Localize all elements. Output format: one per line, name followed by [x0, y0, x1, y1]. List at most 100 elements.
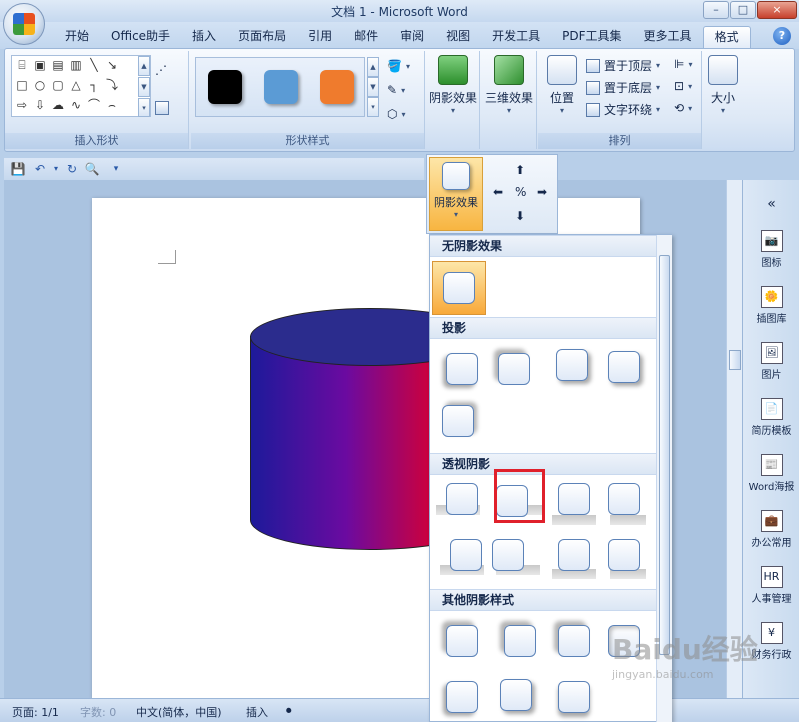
- shape-style-swatch-orange[interactable]: [320, 70, 354, 104]
- shape-arrow-line-icon[interactable]: ↘: [104, 58, 120, 72]
- tab-7[interactable]: 视图: [435, 26, 481, 48]
- change-shape-icon[interactable]: ⬡ ▾: [387, 107, 406, 121]
- perspective-shadow-7[interactable]: [558, 539, 590, 571]
- shape-rectangle-icon[interactable]: □: [14, 78, 30, 92]
- drop-shadow-1[interactable]: [446, 353, 478, 385]
- shape-down-arrow-icon[interactable]: ⇩: [32, 98, 48, 112]
- language-indicator[interactable]: 中文(简体，中国): [136, 704, 222, 720]
- shape-line-icon[interactable]: ╲: [86, 58, 102, 72]
- tab-1[interactable]: Office助手: [100, 26, 181, 48]
- other-shadow-3[interactable]: [558, 625, 590, 657]
- insert-mode[interactable]: 插入: [246, 704, 268, 720]
- shape-elbow-arrow-icon[interactable]: ⤵: [104, 78, 120, 92]
- customize-qat-icon[interactable]: ▾: [108, 161, 124, 177]
- style-scroll-down-button[interactable]: ▼: [367, 77, 379, 97]
- tab-6[interactable]: 审阅: [389, 26, 435, 48]
- shape-style-swatch-black[interactable]: [208, 70, 242, 104]
- vertical-scrollbar[interactable]: [726, 180, 742, 698]
- close-button[interactable]: ×: [757, 1, 797, 19]
- drop-shadow-4[interactable]: [608, 351, 640, 383]
- shape-cube-icon[interactable]: ▣: [32, 58, 48, 72]
- shape-callout-icon[interactable]: ☁: [50, 98, 66, 112]
- shape-cylinder-icon[interactable]: ⌸: [14, 58, 30, 72]
- shape-elbow-icon[interactable]: ┐: [86, 78, 102, 92]
- nudge-shadow-left-icon[interactable]: ⬅: [493, 185, 503, 199]
- maximize-button[interactable]: □: [730, 1, 756, 19]
- 3d-effects-button[interactable]: 三维效果 ▾: [481, 55, 537, 115]
- line-color-icon[interactable]: ✎ ▾: [387, 83, 405, 97]
- rotate-icon[interactable]: ⟲ ▾: [674, 101, 692, 115]
- text-wrap-button[interactable]: 文字环绕 ▾: [586, 101, 660, 118]
- shapes-scroll-up-button[interactable]: ▲: [138, 56, 150, 76]
- drop-shadow-5[interactable]: [442, 405, 474, 437]
- no-shadow-option[interactable]: [432, 261, 486, 315]
- collapse-panel-icon[interactable]: «: [743, 196, 799, 212]
- shape-arc-icon[interactable]: ⌒: [86, 98, 102, 112]
- drop-shadow-2[interactable]: [498, 353, 530, 385]
- nudge-shadow-right-icon[interactable]: ➡: [537, 185, 547, 199]
- shadow-on-off-icon[interactable]: %: [515, 185, 526, 199]
- dropdown-scroll-thumb[interactable]: [659, 255, 670, 655]
- shape-vertical-textbox-icon[interactable]: ▥: [68, 58, 84, 72]
- right-panel-item-6[interactable]: HR 人事管理: [743, 566, 799, 605]
- tab-5[interactable]: 邮件: [343, 26, 389, 48]
- other-shadow-6[interactable]: [500, 679, 532, 711]
- redo-icon[interactable]: ↻: [64, 161, 80, 177]
- shape-textbox-icon[interactable]: ▤: [50, 58, 66, 72]
- other-shadow-2[interactable]: [504, 625, 536, 657]
- shapes-scroll-down-button[interactable]: ▼: [138, 77, 150, 97]
- position-button[interactable]: 位置 ▾: [542, 55, 582, 115]
- shape-style-swatch-blue[interactable]: [264, 70, 298, 104]
- style-more-button[interactable]: ▾: [367, 97, 379, 117]
- other-shadow-7[interactable]: [558, 681, 590, 713]
- nudge-shadow-down-icon[interactable]: ⬇: [515, 209, 525, 223]
- bring-to-front-button[interactable]: 置于顶层 ▾: [586, 57, 660, 74]
- undo-icon[interactable]: ↶: [32, 161, 48, 177]
- drop-shadow-3[interactable]: [556, 349, 588, 381]
- right-panel-item-2[interactable]: 🖼 图片: [743, 342, 799, 381]
- tab-9[interactable]: PDF工具集: [551, 26, 632, 48]
- perspective-shadow-3[interactable]: [558, 483, 590, 515]
- office-button[interactable]: [3, 3, 45, 45]
- scrollbar-thumb[interactable]: [729, 350, 741, 370]
- save-icon[interactable]: 💾: [10, 161, 26, 177]
- tab-4[interactable]: 引用: [297, 26, 343, 48]
- shadow-effects-button[interactable]: 阴影效果 ▾: [426, 55, 480, 115]
- text-box-icon[interactable]: [155, 101, 169, 115]
- shapes-gallery[interactable]: ⌸ ▣ ▤ ▥ ╲ ↘ □ ○ ▢ △ ┐ ⤵ ⇨ ⇩ ☁ ∿ ⌒ ⌢ ▲ ▼ …: [11, 55, 151, 117]
- style-scroll-up-button[interactable]: ▲: [367, 57, 379, 77]
- perspective-shadow-4[interactable]: [608, 483, 640, 515]
- tab-10[interactable]: 更多工具: [633, 26, 703, 48]
- right-panel-item-1[interactable]: 🌼 插图库: [743, 286, 799, 325]
- send-to-back-button[interactable]: 置于底层 ▾: [586, 79, 660, 96]
- help-icon[interactable]: ?: [773, 27, 791, 45]
- right-panel-item-4[interactable]: 📰 Word海报: [743, 454, 799, 493]
- undo-dropdown-icon[interactable]: ▾: [48, 161, 64, 177]
- shape-curve-icon[interactable]: ⌢: [104, 98, 120, 112]
- tab-3[interactable]: 页面布局: [227, 26, 297, 48]
- edit-shape-icon[interactable]: ⋰: [155, 63, 167, 77]
- tab-0[interactable]: 开始: [54, 26, 100, 48]
- nudge-shadow-up-icon[interactable]: ⬆: [515, 163, 525, 177]
- align-icon[interactable]: ⊫ ▾: [674, 57, 692, 71]
- shape-oval-icon[interactable]: ○: [32, 78, 48, 92]
- tab-2[interactable]: 插入: [181, 26, 227, 48]
- shape-right-arrow-icon[interactable]: ⇨: [14, 98, 30, 112]
- tab-8[interactable]: 开发工具: [481, 26, 551, 48]
- print-preview-icon[interactable]: 🔍: [84, 161, 100, 177]
- size-button[interactable]: 大小 ▾: [703, 55, 743, 115]
- right-panel-item-5[interactable]: 💼 办公常用: [743, 510, 799, 549]
- other-shadow-1[interactable]: [446, 625, 478, 657]
- minimize-button[interactable]: –: [703, 1, 729, 19]
- perspective-shadow-6[interactable]: [492, 539, 524, 571]
- shape-rounded-rect-icon[interactable]: ▢: [50, 78, 66, 92]
- perspective-shadow-1[interactable]: [446, 483, 478, 515]
- other-shadow-5[interactable]: [446, 681, 478, 713]
- right-panel-item-3[interactable]: 📄 简历模板: [743, 398, 799, 437]
- popup-shadow-effects-button[interactable]: 阴影效果 ▾: [429, 157, 483, 231]
- shape-freeform-icon[interactable]: ∿: [68, 98, 84, 112]
- perspective-shadow-2[interactable]: [496, 485, 528, 517]
- word-count[interactable]: 字数: 0: [80, 704, 116, 720]
- page-count[interactable]: 页面: 1/1: [12, 704, 59, 720]
- perspective-shadow-5[interactable]: [450, 539, 482, 571]
